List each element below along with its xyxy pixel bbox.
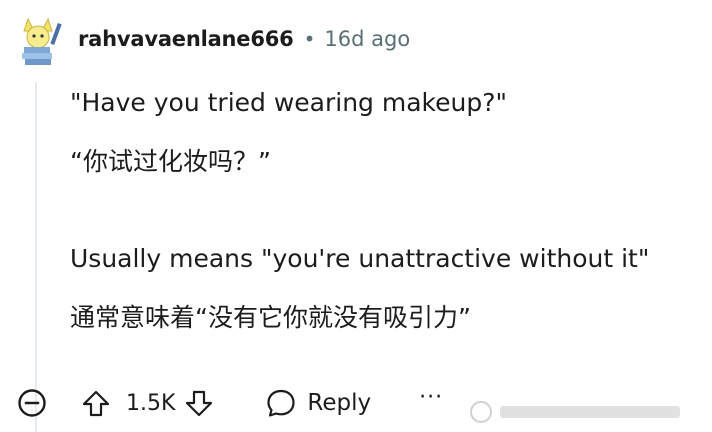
collapse-button[interactable] <box>14 385 50 421</box>
comment-text-line: "Have you tried wearing makeup?" <box>70 88 507 117</box>
speech-bubble-icon <box>267 389 296 417</box>
comment-header: rahvavaenlane666 • 16d ago <box>8 8 410 70</box>
vote-score: 1.5K <box>126 390 176 416</box>
reply-label: Reply <box>307 390 372 416</box>
comment-action-bar: 1.5K Reply ··· <box>14 380 443 426</box>
username[interactable]: rahvavaenlane666 <box>78 27 294 51</box>
watermark-icon <box>470 401 492 423</box>
meta-separator: • <box>303 27 316 51</box>
reply-button[interactable]: Reply <box>265 387 371 419</box>
avatar[interactable] <box>8 9 68 69</box>
comment-text-line: 通常意味着“没有它你就没有吸引力” <box>70 303 471 332</box>
watermark <box>470 398 710 426</box>
minus-circle-icon <box>18 389 46 417</box>
timestamp[interactable]: 16d ago <box>324 27 410 51</box>
upvote-button[interactable] <box>78 385 114 421</box>
avatar-image <box>22 17 62 65</box>
arrow-up-icon <box>82 390 110 417</box>
vote-group: 1.5K <box>78 385 217 421</box>
arrow-down-icon <box>186 390 213 417</box>
comment-text-line: “你试过化妆吗？” <box>70 147 271 176</box>
downvote-button[interactable] <box>181 385 217 421</box>
comment-text-line: Usually means "you're unattractive witho… <box>70 244 650 273</box>
ellipsis-icon[interactable]: ··· <box>419 387 443 419</box>
comment-card: rahvavaenlane666 • 16d ago "Have you tri… <box>0 0 712 432</box>
watermark-bar <box>500 406 680 418</box>
